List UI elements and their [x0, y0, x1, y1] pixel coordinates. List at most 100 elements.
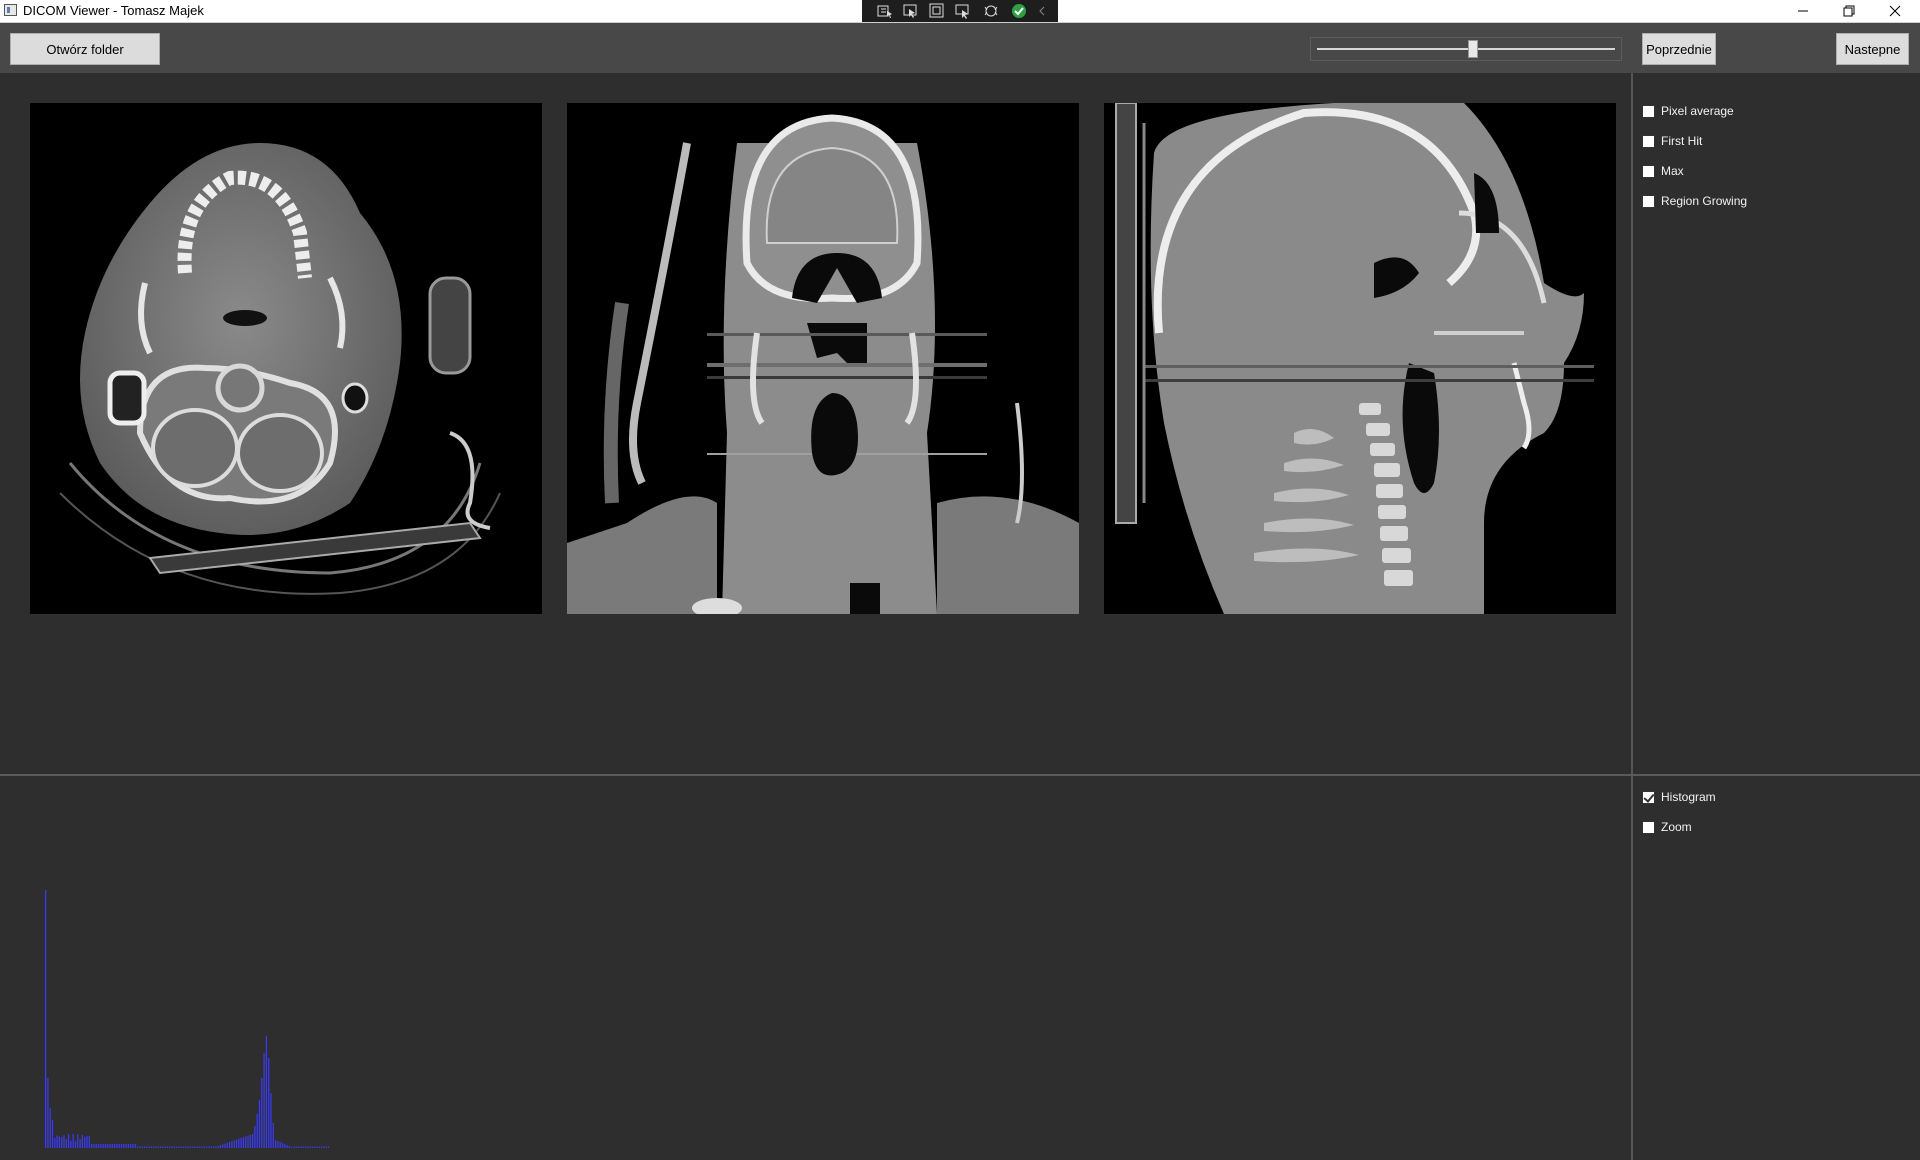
histogram-bar	[77, 1134, 79, 1148]
histogram-bar	[132, 1144, 134, 1148]
histogram-bar	[176, 1146, 178, 1148]
histogram-bar	[187, 1146, 189, 1148]
horizontal-divider	[0, 774, 1920, 776]
max-option[interactable]: Max	[1642, 162, 1684, 180]
histogram-bar	[146, 1146, 148, 1148]
zoom-option[interactable]: Zoom	[1642, 818, 1692, 836]
histogram-bar	[123, 1144, 125, 1148]
histogram-bar	[210, 1146, 212, 1148]
histogram-bar	[169, 1146, 171, 1148]
histogram-bar	[281, 1143, 284, 1148]
sagittal-view[interactable]	[1104, 103, 1616, 614]
hot-reload-icon[interactable]	[982, 3, 1000, 19]
histogram-bar	[180, 1146, 182, 1148]
histogram-bar	[286, 1145, 288, 1148]
histogram-bar	[74, 1141, 77, 1148]
histogram-bar	[86, 1136, 88, 1148]
histogram-bar	[291, 1147, 293, 1148]
live-visual-tree-icon[interactable]	[876, 3, 894, 19]
histogram-bar	[63, 1135, 65, 1148]
histogram-bar	[56, 1135, 58, 1148]
max-checkbox[interactable]	[1642, 164, 1655, 178]
histogram-option[interactable]: Histogram	[1642, 788, 1716, 806]
histogram-bar	[242, 1137, 244, 1148]
minimize-icon	[1798, 10, 1808, 12]
display-layout-adorners-icon[interactable]	[928, 3, 946, 19]
histogram-bar	[51, 1120, 54, 1148]
histogram-bar	[252, 1134, 254, 1148]
histogram-bar	[235, 1139, 238, 1148]
histogram-bar	[139, 1146, 141, 1148]
histogram-bar	[277, 1141, 279, 1148]
track-focused-element-icon[interactable]	[954, 3, 972, 19]
histogram-bar	[318, 1146, 320, 1148]
histogram-bar	[150, 1146, 152, 1148]
open-folder-button[interactable]: Otwórz folder	[10, 33, 160, 65]
histogram-bar	[295, 1146, 297, 1148]
histogram-bar	[97, 1144, 100, 1148]
minimize-button[interactable]	[1780, 0, 1826, 22]
histogram-bar	[153, 1146, 155, 1148]
restore-icon	[1843, 5, 1855, 17]
histogram-bar	[134, 1144, 136, 1148]
histogram-bar	[275, 1140, 277, 1148]
axial-view[interactable]	[30, 103, 542, 614]
collapse-toolbar-icon[interactable]	[1034, 3, 1052, 19]
histogram-bar	[309, 1146, 311, 1148]
histogram-bar	[245, 1136, 247, 1148]
histogram-checkbox[interactable]	[1642, 790, 1655, 804]
histogram-bar	[231, 1141, 233, 1148]
histogram-bar	[279, 1142, 281, 1148]
histogram-bar	[298, 1146, 300, 1148]
select-element-icon[interactable]	[902, 3, 920, 19]
histogram-bar	[212, 1146, 215, 1148]
histogram-bar	[91, 1144, 93, 1148]
slice-slider[interactable]	[1310, 37, 1622, 61]
histogram-bar	[81, 1134, 83, 1148]
histogram-bar	[143, 1146, 146, 1148]
pixel-average-option[interactable]: Pixel average	[1642, 102, 1734, 120]
histogram-bar	[100, 1144, 102, 1148]
histogram-bar	[183, 1146, 185, 1148]
histogram-bar	[206, 1146, 208, 1148]
restore-button[interactable]	[1826, 0, 1872, 22]
histogram-bar	[189, 1146, 192, 1148]
histogram-bar	[54, 1138, 56, 1148]
window-title: DICOM Viewer - Tomasz Majek	[23, 3, 204, 18]
histogram-bar	[192, 1146, 194, 1148]
first-hit-checkbox[interactable]	[1642, 134, 1655, 148]
histogram-bar	[164, 1146, 166, 1148]
histogram-bar	[249, 1134, 251, 1148]
histogram-bar	[130, 1144, 132, 1148]
histogram-bar	[70, 1140, 72, 1148]
histogram-bar	[323, 1146, 325, 1148]
first-hit-option[interactable]: First Hit	[1642, 132, 1702, 150]
histogram-bar	[65, 1138, 67, 1148]
histogram-bar	[109, 1144, 111, 1148]
region-growing-checkbox[interactable]	[1642, 194, 1655, 208]
pixel-average-checkbox[interactable]	[1642, 104, 1655, 118]
histogram-bar	[157, 1146, 159, 1148]
histogram-bar	[224, 1143, 226, 1148]
histogram-bar	[254, 1126, 256, 1148]
histogram-bar	[72, 1134, 74, 1148]
coronal-view[interactable]	[567, 103, 1079, 614]
histogram-bar	[196, 1146, 198, 1148]
zoom-checkbox[interactable]	[1642, 820, 1655, 834]
histogram-bar	[194, 1146, 196, 1148]
histogram-bar	[114, 1144, 116, 1148]
close-button[interactable]	[1872, 0, 1918, 22]
histogram-bar	[311, 1146, 313, 1148]
histogram-bar	[160, 1146, 162, 1148]
histogram-bar	[141, 1146, 143, 1148]
histogram-bar	[325, 1146, 327, 1148]
histogram-bar	[247, 1135, 249, 1148]
region-growing-option[interactable]: Region Growing	[1642, 192, 1747, 210]
histogram-bar	[127, 1144, 129, 1148]
max-label: Max	[1661, 164, 1684, 178]
next-button[interactable]: Nastepne	[1836, 33, 1909, 65]
slider-thumb[interactable]	[1467, 40, 1478, 58]
histogram-bar	[240, 1138, 242, 1148]
histogram-bar	[104, 1144, 106, 1148]
previous-button[interactable]: Poprzednie	[1642, 33, 1716, 65]
